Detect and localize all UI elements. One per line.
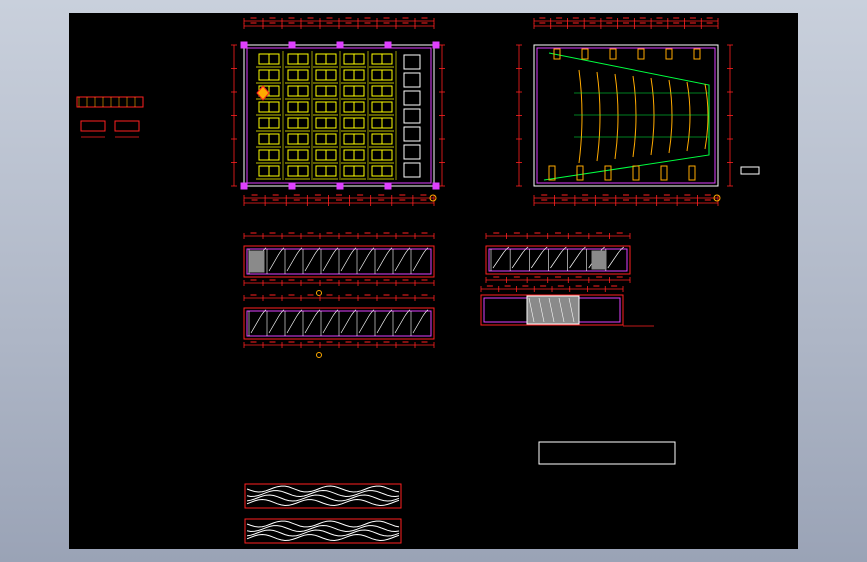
elevation-c (485, 232, 631, 283)
wave-panel-1 (244, 483, 402, 509)
elevation-d (480, 285, 654, 327)
cad-drawing-viewport[interactable] (69, 13, 798, 549)
cad-canvas[interactable] (69, 13, 798, 549)
elevation-a (243, 232, 435, 296)
legend-detail (76, 96, 144, 138)
wave-panel-2 (244, 518, 402, 544)
empty-title-frame (538, 441, 676, 465)
floor-plan-seating (231, 17, 445, 206)
ceiling-plan (516, 17, 760, 206)
elevation-b (243, 294, 435, 358)
